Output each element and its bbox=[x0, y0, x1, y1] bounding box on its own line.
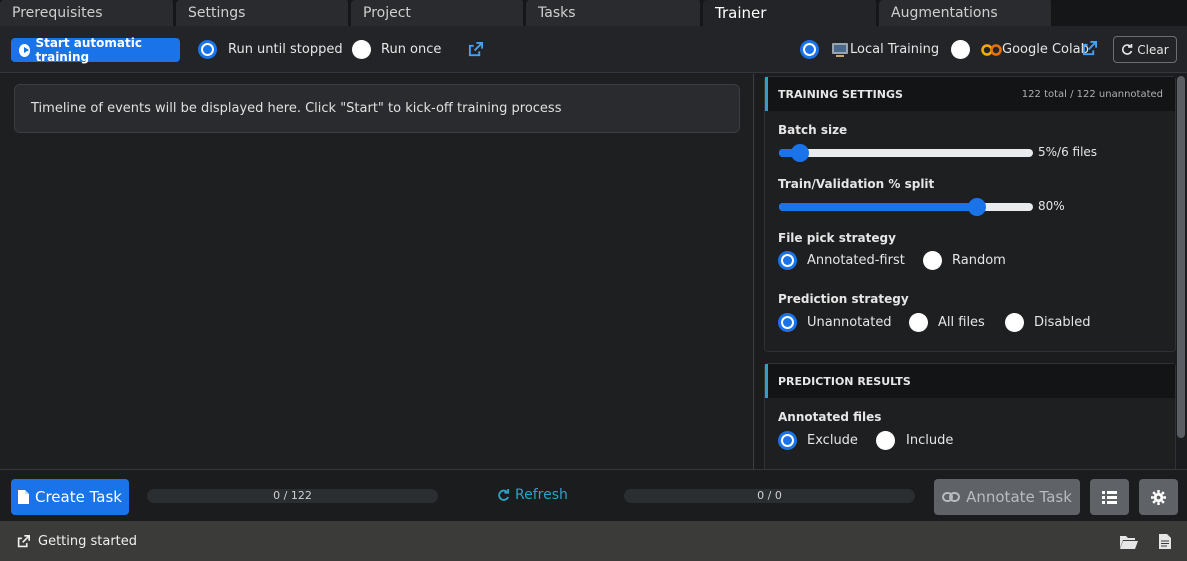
file-pick-label: File pick strategy bbox=[778, 231, 896, 245]
refresh-icon bbox=[498, 488, 510, 501]
refresh-button[interactable]: Refresh bbox=[497, 487, 568, 503]
random-label: Random bbox=[952, 253, 1006, 268]
annotated-first-radio[interactable] bbox=[778, 251, 797, 270]
file-count: 122 total / 122 unannotated bbox=[1021, 88, 1163, 100]
tab-tasks[interactable]: Tasks bbox=[526, 0, 703, 26]
timeline-placeholder: Timeline of events will be displayed her… bbox=[14, 84, 740, 133]
annotate-task-button[interactable]: Annotate Task bbox=[934, 479, 1080, 515]
training-settings-card: TRAINING SETTINGS 122 total / 122 unanno… bbox=[764, 76, 1176, 352]
tab-label: Settings bbox=[188, 5, 246, 21]
run-until-stopped-label: Run until stopped bbox=[228, 42, 343, 57]
tab-label: Prerequisites bbox=[12, 5, 103, 21]
colab-icon bbox=[981, 44, 1002, 56]
split-slider[interactable] bbox=[779, 198, 1033, 216]
document-icon[interactable] bbox=[1159, 534, 1171, 549]
include-label: Include bbox=[906, 433, 954, 448]
prediction-results-header: PREDICTION RESULTS bbox=[765, 364, 1175, 398]
annotation-progress-bar: 0 / 0 bbox=[624, 489, 915, 503]
tab-prerequisites[interactable]: Prerequisites bbox=[0, 0, 176, 26]
run-once-label: Run once bbox=[381, 42, 442, 57]
tab-project[interactable]: Project bbox=[351, 0, 526, 26]
batch-size-thumb[interactable] bbox=[791, 144, 809, 162]
settings-scrollbar[interactable] bbox=[1176, 74, 1186, 469]
folder-open-icon[interactable] bbox=[1120, 535, 1138, 549]
unannotated-label: Unannotated bbox=[807, 315, 892, 330]
batch-size-slider[interactable] bbox=[779, 144, 1033, 162]
timeline-message: Timeline of events will be displayed her… bbox=[31, 101, 562, 116]
annotated-files-label: Annotated files bbox=[778, 410, 882, 424]
run-once-radio[interactable] bbox=[352, 40, 371, 59]
all-files-label: All files bbox=[938, 315, 985, 330]
random-radio[interactable] bbox=[923, 251, 942, 270]
create-task-button[interactable]: Create Task bbox=[11, 479, 129, 515]
tab-label: Augmentations bbox=[891, 5, 998, 21]
split-thumb[interactable] bbox=[968, 198, 986, 216]
link-icon bbox=[942, 492, 961, 502]
all-files-radio[interactable] bbox=[909, 313, 928, 332]
annotate-task-label: Annotate Task bbox=[966, 488, 1072, 506]
google-colab-radio[interactable] bbox=[951, 40, 970, 59]
external-link-icon bbox=[17, 535, 30, 548]
clear-label: Clear bbox=[1137, 42, 1169, 57]
prediction-results-title: PREDICTION RESULTS bbox=[778, 374, 911, 388]
local-training-label: Local Training bbox=[850, 42, 940, 57]
start-training-label: Start automatic training bbox=[35, 36, 142, 64]
gear-icon bbox=[1151, 489, 1166, 505]
tab-settings[interactable]: Settings bbox=[176, 0, 351, 26]
refresh-icon bbox=[1122, 43, 1133, 55]
batch-size-value: 5%/6 files bbox=[1038, 145, 1098, 159]
training-settings-header: TRAINING SETTINGS 122 total / 122 unanno… bbox=[765, 77, 1175, 111]
task-progress-text: 0 / 122 bbox=[273, 489, 312, 502]
tab-label: Trainer bbox=[715, 4, 767, 22]
timeline-panel: Timeline of events will be displayed her… bbox=[0, 74, 754, 469]
disabled-label: Disabled bbox=[1034, 315, 1091, 330]
split-value: 80% bbox=[1038, 199, 1065, 213]
bottom-toolbar: Create Task 0 / 122 Refresh 0 / 0 Annota… bbox=[0, 469, 1187, 521]
list-icon bbox=[1102, 490, 1117, 504]
disabled-radio[interactable] bbox=[1005, 313, 1024, 332]
task-progress-bar: 0 / 122 bbox=[147, 489, 438, 503]
batch-size-label: Batch size bbox=[778, 123, 848, 137]
scrollbar-thumb[interactable] bbox=[1177, 76, 1185, 438]
google-colab-label: Google Colab bbox=[1002, 42, 1089, 57]
split-label: Train/Validation % split bbox=[778, 177, 935, 191]
start-training-button[interactable]: Start automatic training bbox=[11, 36, 180, 64]
clear-button[interactable]: Clear bbox=[1113, 36, 1177, 63]
getting-started-label: Getting started bbox=[38, 534, 138, 549]
trainer-toolbar: Start automatic training Run until stopp… bbox=[0, 26, 1187, 73]
tab-bar: Prerequisites Settings Project Tasks Tra… bbox=[0, 0, 1187, 26]
status-bar: Getting started bbox=[0, 521, 1187, 561]
run-until-stopped-radio[interactable] bbox=[198, 40, 217, 59]
external-link-icon[interactable] bbox=[1082, 41, 1097, 56]
file-icon bbox=[18, 490, 29, 504]
tab-augmentations[interactable]: Augmentations bbox=[879, 0, 1054, 26]
local-training-radio[interactable] bbox=[800, 40, 819, 59]
annotation-progress-text: 0 / 0 bbox=[757, 489, 782, 502]
list-view-button[interactable] bbox=[1090, 479, 1129, 515]
tab-label: Tasks bbox=[538, 5, 576, 21]
unannotated-radio[interactable] bbox=[778, 313, 797, 332]
settings-panel: TRAINING SETTINGS 122 total / 122 unanno… bbox=[755, 74, 1187, 469]
create-task-label: Create Task bbox=[35, 488, 122, 506]
tab-trainer[interactable]: Trainer bbox=[703, 0, 879, 26]
refresh-label: Refresh bbox=[515, 487, 568, 503]
prediction-strategy-label: Prediction strategy bbox=[778, 292, 909, 306]
annotated-first-label: Annotated-first bbox=[807, 253, 905, 268]
tab-label: Project bbox=[363, 5, 411, 21]
getting-started-link[interactable]: Getting started bbox=[17, 534, 137, 549]
external-link-icon[interactable] bbox=[468, 42, 483, 57]
exclude-label: Exclude bbox=[807, 433, 858, 448]
training-settings-title: TRAINING SETTINGS bbox=[778, 87, 903, 101]
include-radio[interactable] bbox=[876, 431, 895, 450]
settings-button[interactable] bbox=[1139, 479, 1178, 515]
exclude-radio[interactable] bbox=[778, 431, 797, 450]
prediction-results-card: PREDICTION RESULTS Annotated files Exclu… bbox=[764, 363, 1176, 469]
split-fill bbox=[779, 203, 977, 211]
play-icon bbox=[19, 43, 31, 57]
computer-icon bbox=[832, 43, 848, 57]
